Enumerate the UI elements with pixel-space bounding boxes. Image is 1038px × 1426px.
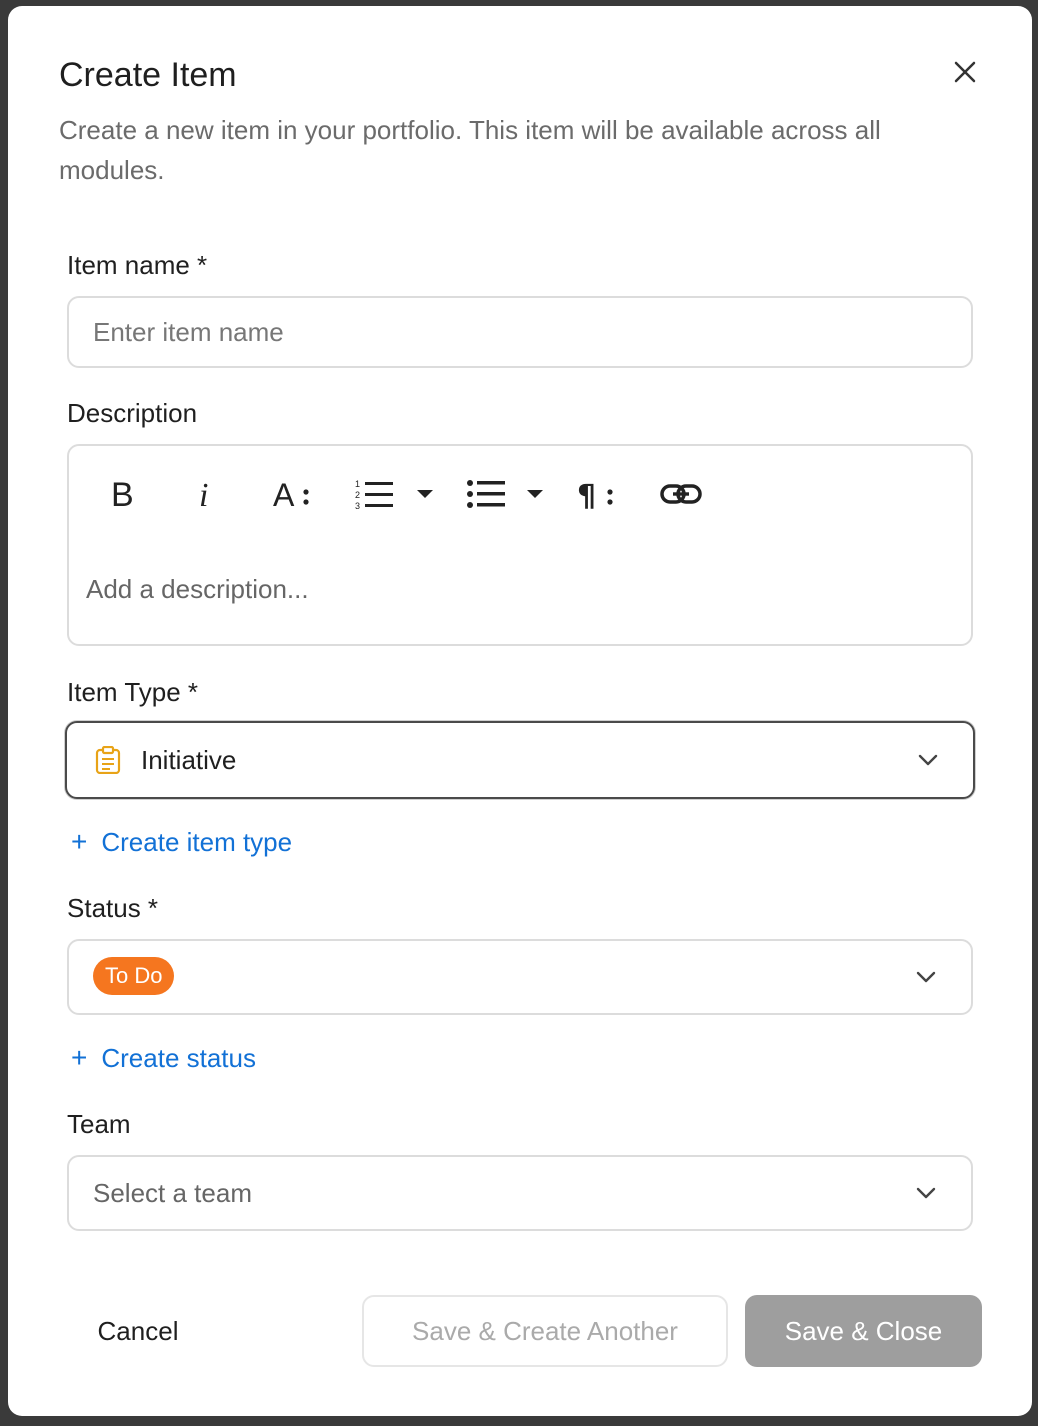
create-status-label: Create status — [101, 1042, 256, 1073]
svg-text:¶: ¶ — [577, 479, 596, 510]
dialog-title: Create Item — [59, 56, 237, 94]
svg-text:A: A — [273, 478, 295, 510]
item-type-value: Initiative — [141, 744, 237, 775]
svg-text:1: 1 — [355, 479, 360, 489]
svg-text:i: i — [199, 478, 208, 510]
chevron-down-icon — [918, 754, 938, 766]
team-placeholder: Select a team — [93, 1178, 252, 1208]
item-type-label: Item Type * — [67, 677, 199, 707]
close-icon[interactable] — [950, 57, 980, 87]
font-size-icon[interactable]: A — [273, 472, 313, 516]
link-icon[interactable] — [659, 472, 703, 516]
team-select[interactable]: Select a team — [67, 1155, 973, 1231]
item-name-label: Item name * — [67, 250, 208, 280]
save-close-button[interactable]: Save & Close — [745, 1295, 982, 1367]
create-status-link[interactable]: + Create status — [71, 1042, 256, 1074]
italic-icon[interactable]: i — [193, 472, 217, 516]
team-label: Team — [67, 1109, 131, 1139]
plus-icon: + — [71, 1042, 88, 1073]
status-label: Status * — [67, 893, 159, 923]
chevron-down-icon — [916, 971, 936, 983]
description-label: Description — [67, 398, 198, 428]
svg-text:3: 3 — [355, 501, 360, 510]
item-type-select[interactable]: Initiative — [65, 721, 975, 799]
bold-icon[interactable]: B — [107, 472, 137, 516]
numbered-list-icon[interactable]: 1 2 3 — [355, 472, 441, 516]
status-badge: To Do — [93, 957, 175, 995]
chevron-down-icon — [916, 1187, 936, 1199]
item-name-input[interactable] — [69, 298, 971, 366]
dialog-subtitle: Create a new item in your portfolio. Thi… — [59, 115, 881, 185]
bulleted-list-icon[interactable] — [467, 472, 551, 516]
cancel-button[interactable]: Cancel — [68, 1295, 208, 1367]
plus-icon: + — [71, 826, 88, 857]
description-editor[interactable]: B i A 1 2 3 ¶ Add a description... — [67, 444, 973, 646]
create-item-dialog: Create Item Create a new item in your po… — [8, 6, 1032, 1416]
save-create-another-button[interactable]: Save & Create Another — [362, 1295, 728, 1367]
description-placeholder[interactable]: Add a description... — [86, 574, 309, 605]
create-item-type-label: Create item type — [101, 826, 293, 857]
svg-text:B: B — [111, 478, 134, 510]
paragraph-icon[interactable]: ¶ — [577, 472, 617, 516]
item-name-field — [67, 296, 973, 368]
clipboard-icon — [95, 745, 121, 779]
create-item-type-link[interactable]: + Create item type — [71, 826, 292, 858]
svg-text:2: 2 — [355, 490, 360, 500]
status-select[interactable]: To Do — [67, 939, 973, 1015]
